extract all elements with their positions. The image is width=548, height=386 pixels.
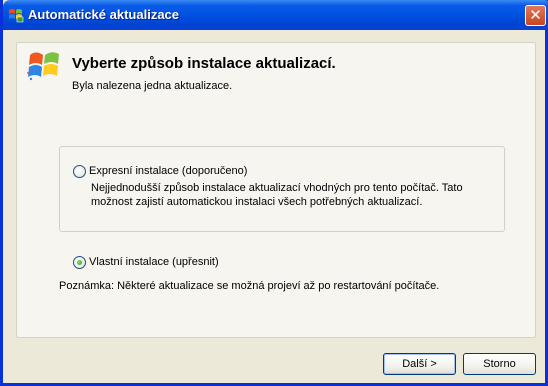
- page-heading: Vyberte způsob instalace aktualizací.: [72, 55, 336, 72]
- window-title: Automatické aktualizace: [28, 7, 180, 22]
- windows-update-icon: [9, 9, 24, 23]
- close-button[interactable]: ✕: [525, 5, 546, 26]
- express-install-label[interactable]: Expresní instalace (doporučeno): [89, 165, 247, 177]
- custom-install-label[interactable]: Vlastní instalace (upřesnit): [89, 256, 219, 268]
- cancel-button[interactable]: Storno: [463, 353, 536, 375]
- title-bar[interactable]: Automatické aktualizace ✕: [3, 0, 548, 30]
- page-subheading: Byla nalezena jedna aktualizace.: [72, 80, 233, 92]
- next-button[interactable]: Další >: [383, 353, 456, 375]
- express-install-description-line1: Nejjednodušší způsob instalace aktualiza…: [91, 182, 463, 194]
- custom-install-radio[interactable]: [73, 256, 86, 269]
- windows-logo-icon: [27, 52, 59, 81]
- express-install-description-line2: možnost zajistí automatickou instalaci v…: [91, 196, 423, 208]
- close-icon: ✕: [529, 6, 542, 24]
- dialog-window: Automatické aktualizace ✕ Vyberte způsob…: [0, 0, 548, 386]
- restart-note: Poznámka: Některé aktualizace se možná p…: [59, 280, 440, 292]
- express-install-radio[interactable]: [73, 165, 86, 178]
